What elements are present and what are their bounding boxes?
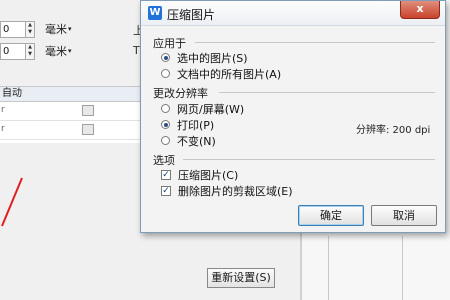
unit-dropdown-2[interactable]: 毫米 [45,43,67,59]
margin-label-t: T [133,44,140,57]
checkbox-delete-cropped[interactable]: ✓ 删除图片的剪裁区域(E) [161,183,293,198]
spinner-arrows-2[interactable]: ▲ ▼ [26,42,35,60]
margin-input-2[interactable]: 0 [0,42,26,60]
checkbox-compress-pictures[interactable]: ✓ 压缩图片(C) [161,167,238,182]
radio-label: 不变(N) [177,134,216,148]
table-header: 自动 [0,87,150,102]
checkbox[interactable]: ✓ [161,169,171,180]
radio-selected-pictures[interactable]: 选中的图片(S) [161,50,248,65]
checkbox-label: 压缩图片(C) [178,168,239,182]
chevron-down-icon[interactable]: ▾ [68,25,72,33]
margin-spinner-1[interactable]: 0 ▲ ▼ 毫米 ▾ [0,19,72,39]
compress-pictures-dialog: W 压缩图片 x 应用于 选中的图片(S) 文档中的所有图片(A) 更改分辨率 … [140,0,446,233]
unit-dropdown-1[interactable]: 毫米 [45,21,67,37]
radio-label: 选中的图片(S) [177,51,248,65]
divider-line [328,236,329,300]
table-row[interactable]: r [0,121,150,140]
radio-button[interactable] [161,53,170,62]
margin-spinner-2[interactable]: 0 ▲ ▼ 毫米 ▾ [0,41,72,61]
settings-table: 自动 r r [0,86,150,143]
radio-button[interactable] [161,69,170,78]
radio-button[interactable] [161,104,170,113]
cancel-button[interactable]: 取消 [371,205,437,226]
chevron-down-icon[interactable]: ▾ [68,47,72,55]
radio-button[interactable] [161,136,170,145]
dialog-titlebar[interactable]: W 压缩图片 x [141,1,445,26]
dialog-title: 压缩图片 [167,8,216,22]
red-annotation-arrow [1,177,23,227]
radio-web-screen[interactable]: 网页/屏幕(W) [161,101,244,116]
spinner-arrows-1[interactable]: ▲ ▼ [26,20,35,38]
row-marker: r [1,105,5,115]
table-row[interactable]: r [0,102,150,121]
radio-button[interactable] [161,120,170,129]
radio-label: 文档中的所有图片(A) [177,67,282,81]
close-button[interactable]: x [400,1,440,19]
row-marker: r [1,124,5,134]
row-slider-handle[interactable] [82,124,94,135]
margin-input-1[interactable]: 0 [0,20,26,38]
section-divider [195,42,435,43]
wps-app-icon: W [148,6,162,20]
ok-button[interactable]: 确定 [298,205,364,226]
radio-no-change[interactable]: 不变(N) [161,133,216,148]
radio-label: 打印(P) [177,118,215,132]
resolution-heading: 更改分辨率 [153,87,208,100]
checkbox[interactable]: ✓ [161,185,171,196]
options-heading: 选项 [153,154,175,167]
radio-all-pictures[interactable]: 文档中的所有图片(A) [161,66,281,81]
resolution-dpi-text: 分辨率: 200 dpi [356,125,431,136]
reset-button[interactable]: 重新设置(S) [207,268,275,288]
divider-line [402,236,403,300]
section-divider [219,92,435,93]
radio-label: 网页/屏幕(W) [177,102,245,116]
section-divider [183,159,435,160]
row-slider-handle[interactable] [82,105,94,116]
radio-print[interactable]: 打印(P) [161,117,214,132]
checkbox-label: 删除图片的剪裁区域(E) [178,184,293,198]
